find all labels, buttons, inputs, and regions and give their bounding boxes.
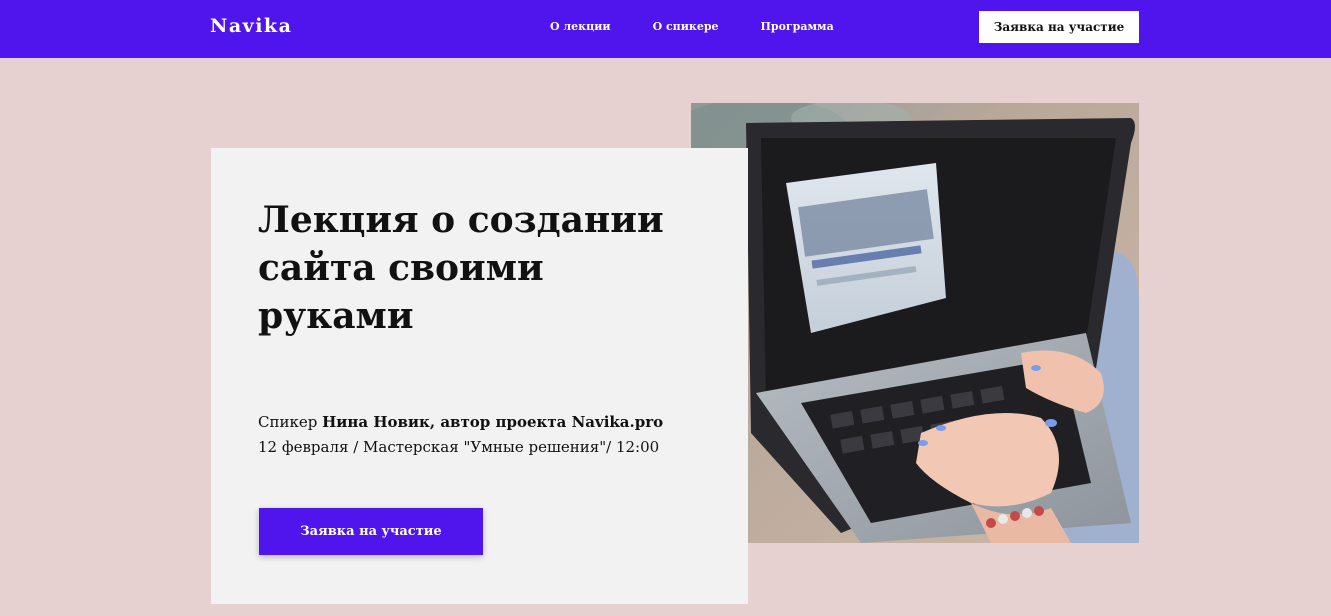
laptop-photo-icon (691, 103, 1139, 543)
apply-button[interactable]: Заявка на участие (259, 508, 483, 555)
main-nav: О лекции О спикере Программа (550, 20, 876, 33)
nav-item-about-speaker[interactable]: О спикере (653, 20, 719, 33)
page-title: Лекция о создании сайта своими руками (258, 199, 664, 337)
speaker-prefix: Спикер (258, 413, 323, 431)
hero-photo (691, 103, 1139, 543)
header-apply-button[interactable]: Заявка на участие (979, 11, 1139, 43)
hero-card: Лекция о создании сайта своими руками Сп… (211, 148, 748, 604)
nav-item-program[interactable]: Программа (761, 20, 834, 33)
event-details: 12 февраля / Мастерская "Умные решения"/… (258, 438, 660, 456)
speaker-line: Спикер Нина Новик, автор проекта Navika.… (258, 413, 663, 431)
nav-item-about-lecture[interactable]: О лекции (550, 20, 611, 33)
logo[interactable]: Navika (210, 15, 292, 37)
header-bar: Navika О лекции О спикере Программа Заяв… (0, 0, 1331, 58)
speaker-name: Нина Новик, автор проекта Navika.pro (322, 413, 664, 431)
